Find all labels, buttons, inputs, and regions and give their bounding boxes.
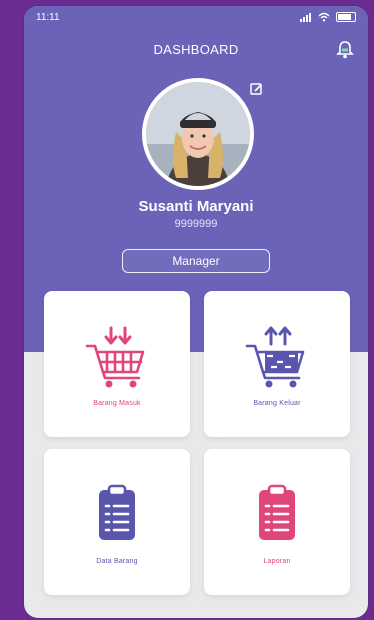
notification-bell-icon[interactable] — [336, 40, 354, 60]
menu-grid: Barang Masuk Barang Keluar Data Barang L… — [44, 291, 350, 595]
cart-arrow-down-icon — [85, 326, 145, 387]
clipboard-icon — [259, 484, 295, 540]
status-icons — [300, 12, 356, 22]
menu-card-data-barang[interactable]: Data Barang — [44, 449, 190, 595]
profile-name: Susanti Maryani — [138, 198, 254, 215]
role-button[interactable]: Manager — [122, 249, 270, 273]
menu-card-label: Barang Keluar — [253, 399, 301, 407]
clipboard-icon — [99, 484, 135, 540]
status-time: 11:11 — [36, 11, 60, 23]
menu-card-label: Barang Masuk — [93, 399, 141, 407]
menu-card-label: Laporan — [263, 557, 291, 565]
profile-photo — [146, 82, 250, 186]
profile-id: 9999999 — [174, 218, 218, 230]
status-bar: 11:11 — [24, 6, 368, 28]
page-title: DASHBOARD — [153, 42, 239, 57]
menu-card-laporan[interactable]: Laporan — [204, 449, 350, 595]
menu-card-label: Data Barang — [96, 557, 138, 565]
menu-card-barang-masuk[interactable]: Barang Masuk — [44, 291, 190, 437]
phone-screen: 11:11 DASHBOARD Susanti Maryani 9999999 … — [24, 6, 368, 618]
menu-card-barang-keluar[interactable]: Barang Keluar — [204, 291, 350, 437]
edit-profile-icon[interactable] — [250, 82, 264, 96]
avatar — [142, 78, 254, 190]
battery-icon — [336, 12, 356, 22]
wifi-icon — [318, 12, 330, 22]
cart-arrow-up-icon — [245, 326, 305, 387]
signal-icon — [300, 12, 312, 22]
